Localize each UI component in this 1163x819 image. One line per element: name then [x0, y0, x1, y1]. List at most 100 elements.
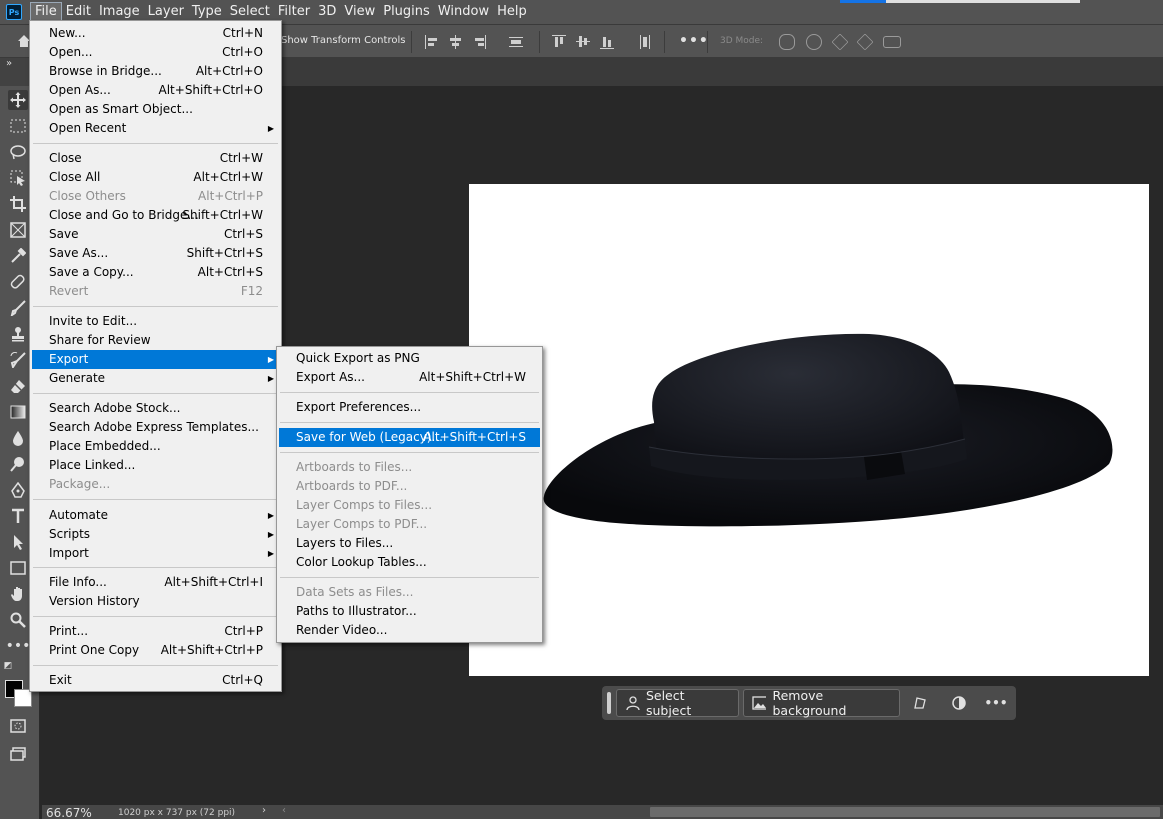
distribute-vertical-icon[interactable]: [638, 35, 652, 49]
menu-image[interactable]: Image: [95, 2, 144, 22]
menu-item-generate[interactable]: Generate ▶: [32, 369, 279, 388]
eyedropper-tool-icon[interactable]: [8, 246, 28, 266]
align-bottom-icon[interactable]: [600, 35, 614, 49]
default-colors-icon[interactable]: ◩: [2, 660, 14, 672]
menu-item-export-preferences[interactable]: Export Preferences...: [279, 398, 540, 417]
menu-item-place-linked[interactable]: Place Linked...: [32, 456, 279, 475]
zoom-tool-icon[interactable]: [8, 610, 28, 630]
horizontal-scrollbar[interactable]: [650, 807, 1160, 817]
menu-item-open-recent[interactable]: Open Recent ▶: [32, 119, 279, 138]
object-selection-tool-icon[interactable]: [8, 168, 28, 188]
menu-item-invite-to-edit[interactable]: Invite to Edit...: [32, 312, 279, 331]
menu-item-save[interactable]: Save Ctrl+S: [32, 225, 279, 244]
crop-tool-icon[interactable]: [8, 194, 28, 214]
menu-item-export[interactable]: Export ▶: [32, 350, 279, 369]
scroll-left-arrow-icon[interactable]: ‹: [282, 805, 286, 816]
edit-toolbar-icon[interactable]: •••: [6, 636, 31, 656]
menu-item-open-as[interactable]: Open As... Alt+Shift+Ctrl+O: [32, 81, 279, 100]
3d-camera-icon[interactable]: [883, 36, 901, 48]
zoom-level[interactable]: 66.67%: [46, 806, 92, 819]
remove-background-button[interactable]: Remove background: [743, 688, 900, 718]
show-transform-controls-label[interactable]: Show Transform Controls: [281, 35, 405, 46]
align-center-icon[interactable]: [449, 35, 463, 49]
quick-mask-icon[interactable]: [8, 716, 28, 736]
adjustment-icon[interactable]: [951, 695, 967, 711]
menu-item-save-a-copy[interactable]: Save a Copy... Alt+Ctrl+S: [32, 263, 279, 282]
menu-filter[interactable]: Filter: [274, 2, 314, 22]
menu-item-close-all[interactable]: Close All Alt+Ctrl+W: [32, 168, 279, 187]
menu-item-layers-to-files[interactable]: Layers to Files...: [279, 534, 540, 553]
blur-tool-icon[interactable]: [8, 428, 28, 448]
menu-item-save-for-web-legacy[interactable]: Save for Web (Legacy)... Alt+Shift+Ctrl+S: [279, 428, 540, 447]
menu-item-export-as[interactable]: Export As... Alt+Shift+Ctrl+W: [279, 368, 540, 387]
gradient-tool-icon[interactable]: [8, 402, 28, 422]
menu-item-new[interactable]: New... Ctrl+N: [32, 24, 279, 43]
menu-item-paths-to-illustrator[interactable]: Paths to Illustrator...: [279, 602, 540, 621]
menu-item-browse-in-bridge[interactable]: Browse in Bridge... Alt+Ctrl+O: [32, 62, 279, 81]
clone-stamp-tool-icon[interactable]: [8, 324, 28, 344]
3d-pan-icon[interactable]: [831, 33, 849, 51]
brush-tool-icon[interactable]: [8, 298, 28, 318]
3d-slide-icon[interactable]: [856, 33, 874, 51]
menu-item-close[interactable]: Close Ctrl+W: [32, 149, 279, 168]
align-left-icon[interactable]: [425, 35, 439, 49]
lasso-tool-icon[interactable]: [8, 142, 28, 162]
dodge-tool-icon[interactable]: [8, 454, 28, 474]
menu-item-close-and-go-to-bridge[interactable]: Close and Go to Bridge... Shift+Ctrl+W: [32, 206, 279, 225]
menu-file[interactable]: File: [30, 2, 62, 22]
menu-item-quick-export-png[interactable]: Quick Export as PNG: [279, 349, 540, 368]
menu-item-search-adobe-stock[interactable]: Search Adobe Stock...: [32, 399, 279, 418]
menu-view[interactable]: View: [340, 2, 379, 22]
menu-type[interactable]: Type: [188, 2, 226, 22]
menu-item-render-video[interactable]: Render Video...: [279, 621, 540, 640]
eraser-tool-icon[interactable]: [8, 376, 28, 396]
menu-item-file-info[interactable]: File Info... Alt+Shift+Ctrl+I: [32, 573, 279, 592]
3d-roll-icon[interactable]: [806, 34, 822, 50]
menu-item-scripts[interactable]: Scripts ▶: [32, 525, 279, 544]
menu-item-save-as[interactable]: Save As... Shift+Ctrl+S: [32, 244, 279, 263]
menu-item-exit[interactable]: Exit Ctrl+Q: [32, 671, 279, 690]
menu-edit[interactable]: Edit: [62, 2, 95, 22]
more-options-icon[interactable]: •••: [679, 33, 709, 49]
screen-mode-icon[interactable]: [8, 744, 28, 764]
menu-item-print[interactable]: Print... Ctrl+P: [32, 622, 279, 641]
align-right-icon[interactable]: [473, 35, 487, 49]
pen-tool-icon[interactable]: [8, 480, 28, 500]
path-selection-tool-icon[interactable]: [8, 532, 28, 552]
align-middle-icon[interactable]: [576, 35, 590, 49]
menu-item-automate[interactable]: Automate ▶: [32, 506, 279, 525]
select-subject-button[interactable]: Select subject: [616, 688, 739, 718]
align-top-icon[interactable]: [552, 35, 566, 49]
menu-help[interactable]: Help: [493, 2, 531, 22]
menu-layer[interactable]: Layer: [144, 2, 188, 22]
collapse-toolbar-icon[interactable]: »: [6, 58, 12, 69]
more-options-icon[interactable]: •••: [985, 695, 1008, 711]
menu-item-print-one-copy[interactable]: Print One Copy Alt+Shift+Ctrl+P: [32, 641, 279, 660]
status-menu-arrow-icon[interactable]: ›: [262, 805, 266, 816]
menu-3d[interactable]: 3D: [314, 2, 340, 22]
menu-item-search-adobe-express-templates[interactable]: Search Adobe Express Templates...: [32, 418, 279, 437]
type-tool-icon[interactable]: [8, 506, 28, 526]
menu-window[interactable]: Window: [434, 2, 493, 22]
menu-item-place-embedded[interactable]: Place Embedded...: [32, 437, 279, 456]
search-field-edge[interactable]: [840, 0, 1080, 3]
3d-orbit-icon[interactable]: [779, 34, 795, 50]
history-brush-tool-icon[interactable]: [8, 350, 28, 370]
document-canvas[interactable]: [469, 184, 1149, 676]
drag-handle[interactable]: [607, 692, 611, 714]
menu-item-version-history[interactable]: Version History: [32, 592, 279, 611]
menu-item-open[interactable]: Open... Ctrl+O: [32, 43, 279, 62]
frame-tool-icon[interactable]: [8, 220, 28, 240]
menu-item-import[interactable]: Import ▶: [32, 544, 279, 563]
menu-select[interactable]: Select: [226, 2, 274, 22]
hand-tool-icon[interactable]: [8, 584, 28, 604]
distribute-icon[interactable]: [509, 35, 523, 49]
menu-plugins[interactable]: Plugins: [379, 2, 434, 22]
move-tool-icon[interactable]: [8, 90, 28, 110]
menu-item-open-as-smart-object[interactable]: Open as Smart Object...: [32, 100, 279, 119]
healing-brush-tool-icon[interactable]: [8, 272, 28, 292]
rectangle-tool-icon[interactable]: [8, 558, 28, 578]
marquee-tool-icon[interactable]: [8, 116, 28, 136]
menu-item-share-for-review[interactable]: Share for Review: [32, 331, 279, 350]
menu-item-color-lookup-tables[interactable]: Color Lookup Tables...: [279, 553, 540, 572]
